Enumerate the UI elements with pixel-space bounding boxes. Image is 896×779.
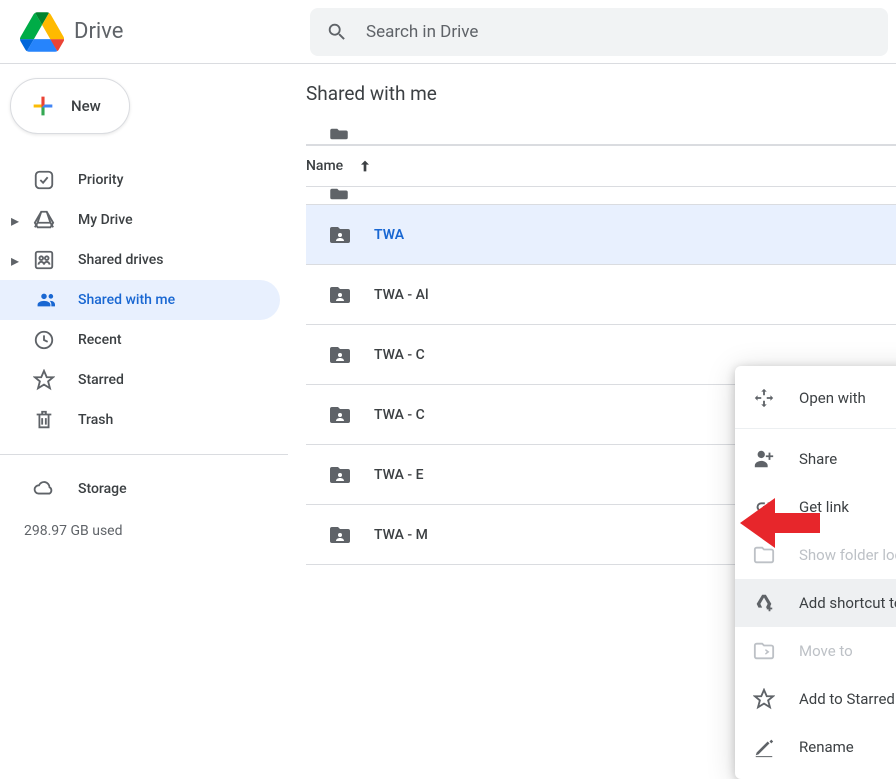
- drive-logo-icon: [20, 12, 64, 52]
- sidebar-item-label: Recent: [78, 332, 122, 348]
- file-name: TWA - E: [374, 467, 424, 483]
- sidebar-item-label: Shared drives: [78, 252, 163, 268]
- sidebar-item-shared-with-me[interactable]: Shared with me: [0, 280, 280, 320]
- menu-label: Move to: [799, 642, 853, 660]
- shared-folder-icon: [328, 523, 352, 547]
- drive-logo[interactable]: Drive: [8, 12, 310, 52]
- file-name: TWA - C: [374, 407, 425, 423]
- sidebar-item-storage[interactable]: Storage: [0, 469, 280, 509]
- open-with-icon: [753, 387, 775, 409]
- star-icon: [753, 688, 775, 710]
- menu-label: Show folder location: [799, 546, 896, 564]
- sidebar-item-label: Trash: [78, 412, 113, 428]
- app-name: Drive: [74, 19, 123, 44]
- menu-share[interactable]: Share: [735, 435, 896, 483]
- menu-rename[interactable]: Rename: [735, 723, 896, 771]
- sidebar-item-my-drive[interactable]: ▸ My Drive: [0, 200, 280, 240]
- my-drive-icon: [32, 208, 56, 232]
- storage-label: Storage: [78, 481, 127, 497]
- annotation-arrow: [740, 498, 820, 548]
- sidebar-item-trash[interactable]: Trash: [0, 400, 280, 440]
- shared-drives-icon: [32, 248, 56, 272]
- shared-folder-icon: [328, 343, 352, 367]
- menu-label: Add to Starred: [799, 690, 895, 708]
- plus-icon: [29, 92, 57, 120]
- new-button-label: New: [71, 97, 101, 115]
- rename-icon: [753, 736, 775, 758]
- add-shortcut-icon: [753, 592, 775, 614]
- truncated-row: [306, 127, 896, 145]
- sidebar-item-label: Priority: [78, 172, 123, 188]
- priority-icon: [32, 168, 56, 192]
- shared-folder-icon: [328, 463, 352, 487]
- file-name: TWA - M: [374, 527, 428, 543]
- menu-open-with[interactable]: Open with: [735, 374, 896, 422]
- storage-used: 298.97 GB used: [0, 523, 288, 539]
- sidebar-item-label: My Drive: [78, 212, 133, 228]
- star-icon: [32, 368, 56, 392]
- file-row[interactable]: TWA - Al: [306, 265, 896, 325]
- sidebar-item-label: Shared with me: [78, 292, 175, 308]
- search-input[interactable]: [366, 22, 872, 42]
- sidebar-item-label: Starred: [78, 372, 124, 388]
- menu-move-to: Move to: [735, 627, 896, 675]
- sidebar-item-starred[interactable]: Starred: [0, 360, 280, 400]
- file-row[interactable]: TWA: [306, 205, 896, 265]
- search-icon: [326, 21, 348, 43]
- sidebar-item-shared-drives[interactable]: ▸ Shared drives: [0, 240, 280, 280]
- sort-arrow-icon: [357, 158, 373, 174]
- shared-with-me-icon: [32, 288, 56, 312]
- shared-folder-icon: [328, 283, 352, 307]
- trash-icon: [32, 408, 56, 432]
- recent-icon: [32, 328, 56, 352]
- new-button[interactable]: New: [10, 78, 130, 134]
- menu-label: Rename: [799, 738, 854, 756]
- file-name: TWA - Al: [374, 287, 429, 303]
- context-menu: Open with Share Get link Show folder loc…: [735, 366, 896, 779]
- column-header-label: Name: [306, 158, 343, 174]
- shared-folder-icon: [328, 403, 352, 427]
- page-title: Shared with me: [306, 82, 896, 105]
- expand-icon[interactable]: ▸: [6, 251, 24, 270]
- menu-label: Share: [799, 450, 837, 468]
- truncated-row: [306, 187, 896, 205]
- search-bar[interactable]: [310, 8, 888, 56]
- expand-icon[interactable]: ▸: [6, 211, 24, 230]
- menu-label: Add shortcut to Drive: [799, 594, 896, 612]
- column-header-name[interactable]: Name: [306, 145, 896, 187]
- menu-add-shortcut[interactable]: Add shortcut to Drive: [735, 579, 896, 627]
- shared-folder-icon: [328, 223, 352, 247]
- file-name: TWA: [374, 227, 404, 243]
- file-name: TWA - C: [374, 347, 425, 363]
- cloud-icon: [32, 477, 56, 501]
- sidebar-item-priority[interactable]: Priority: [0, 160, 280, 200]
- share-icon: [753, 448, 775, 470]
- menu-add-starred[interactable]: Add to Starred: [735, 675, 896, 723]
- sidebar-item-recent[interactable]: Recent: [0, 320, 280, 360]
- menu-label: Open with: [799, 389, 866, 407]
